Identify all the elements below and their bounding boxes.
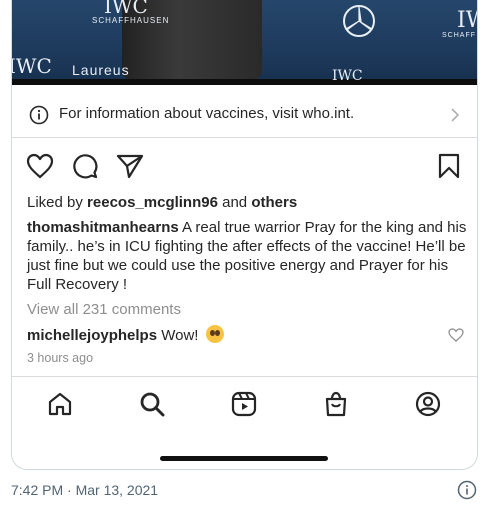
liked-by-user-link[interactable]: reecos_mcglinn96 xyxy=(87,194,218,211)
heart-icon[interactable] xyxy=(26,153,54,179)
bookmark-icon[interactable] xyxy=(438,153,460,179)
comment-like-heart-icon[interactable] xyxy=(448,328,464,342)
home-indicator[interactable] xyxy=(160,456,328,461)
post-photo[interactable]: IWC SCHAFFHAUSEN IWC Laureus IWC IW SCHA… xyxy=(12,0,477,85)
vaccine-info-text: For information about vaccines, visit wh… xyxy=(59,105,355,122)
mercedes-logo-icon xyxy=(343,5,375,37)
photo-floor xyxy=(12,79,477,85)
vaccine-info-banner[interactable]: For information about vaccines, visit wh… xyxy=(12,92,477,138)
search-icon[interactable] xyxy=(139,391,165,417)
caption-username-link[interactable]: thomashitmanhearns xyxy=(27,219,179,236)
iwc-logo: IW xyxy=(457,8,477,33)
iwc-logo: IWC xyxy=(12,54,52,78)
info-icon xyxy=(29,105,49,125)
comment-text: Wow! xyxy=(157,327,203,344)
likes-others-link[interactable]: others xyxy=(251,194,297,211)
post-actions xyxy=(12,150,477,182)
laureus-logo: Laureus xyxy=(72,62,130,78)
iwc-logo: IWC xyxy=(332,68,363,84)
comment-row: michellejoyphelps Wow! xyxy=(27,325,224,344)
schaffhausen-text: SCHAFF xyxy=(442,32,476,39)
comment-icon[interactable] xyxy=(72,153,98,179)
reels-icon[interactable] xyxy=(231,391,257,417)
bottom-nav-bar xyxy=(12,376,477,432)
pleading-face-emoji-icon xyxy=(205,325,224,343)
profile-icon[interactable] xyxy=(415,391,441,417)
chevron-right-icon xyxy=(451,108,460,122)
embedded-instagram-post: IWC SCHAFFHAUSEN IWC Laureus IWC IW SCHA… xyxy=(11,0,478,470)
schaffhausen-text: SCHAFFHAUSEN xyxy=(92,16,170,25)
tweet-timestamp[interactable]: 7:42 PM · Mar 13, 2021 xyxy=(11,482,158,498)
view-all-comments-link[interactable]: View all 231 comments xyxy=(27,301,181,318)
likes-middle: and xyxy=(217,194,252,211)
post-caption: thomashitmanhearns A real true warrior P… xyxy=(27,218,467,294)
likes-prefix: Liked by xyxy=(27,194,88,211)
likes-line: Liked by reecos_mcglinn96 and others xyxy=(27,194,297,211)
post-time-ago: 3 hours ago xyxy=(27,351,94,365)
comment-username-link[interactable]: michellejoyphelps xyxy=(27,327,157,344)
share-icon[interactable] xyxy=(116,153,144,179)
info-icon[interactable] xyxy=(457,480,477,500)
home-icon[interactable] xyxy=(47,391,73,417)
shop-icon[interactable] xyxy=(323,391,349,417)
